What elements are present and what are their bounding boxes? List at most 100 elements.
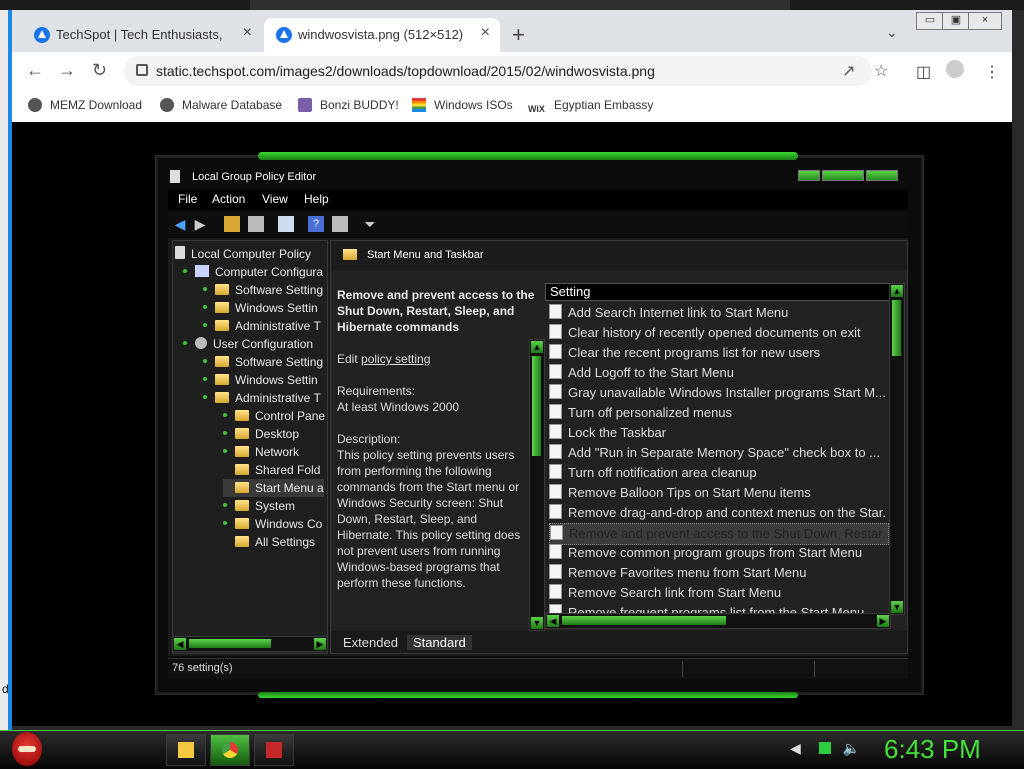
gp-maximize-button[interactable] (822, 170, 864, 181)
taskbar-clock[interactable]: 6:43 PM (884, 734, 981, 765)
taskbar-app-button[interactable] (254, 734, 294, 766)
setting-row[interactable]: Clear history of recently opened documen… (549, 323, 887, 343)
url-text[interactable]: static.techspot.com/images2/downloads/to… (156, 63, 655, 79)
show-hide-tree-icon[interactable] (248, 216, 264, 232)
network-icon[interactable] (818, 742, 831, 754)
setting-row[interactable]: Remove Favorites menu from Start Menu (549, 563, 887, 583)
scroll-left-icon[interactable]: ◀ (547, 615, 559, 627)
setting-row[interactable]: Remove drag-and-drop and context menus o… (549, 503, 887, 523)
expand-bullet-icon[interactable] (223, 503, 227, 507)
expand-bullet-icon[interactable] (203, 395, 207, 399)
folder-up-icon[interactable] (224, 216, 240, 232)
scroll-down-icon[interactable]: ▼ (531, 617, 543, 629)
tab-techspot[interactable]: TechSpot | Tech Enthusiasts, Pow × (22, 18, 262, 52)
setting-row[interactable]: Lock the Taskbar (549, 423, 887, 443)
tree-node[interactable]: Network (223, 443, 299, 461)
close-window-button[interactable]: × (968, 12, 1002, 30)
tree-node[interactable]: Local Computer Policy (175, 245, 311, 263)
minimize-button[interactable]: ▭ (916, 12, 944, 30)
expand-bullet-icon[interactable] (203, 359, 207, 363)
expand-bullet-icon[interactable] (203, 323, 207, 327)
gp-close-button[interactable] (866, 170, 898, 181)
tab-close-icon[interactable]: × (243, 24, 252, 42)
settings-vertical-scrollbar[interactable]: ▲ ▼ (889, 283, 905, 615)
tab-search-button[interactable]: ⌄ (886, 24, 898, 41)
restore-button[interactable]: ▣ (942, 12, 970, 30)
gp-minimize-button[interactable] (798, 170, 820, 181)
tree-node[interactable]: System (223, 497, 295, 515)
tree-node[interactable]: All Settings (223, 533, 315, 551)
tree-node[interactable]: Administrative T (203, 389, 321, 407)
bookmark-malware-database[interactable]: Malware Database (160, 98, 282, 112)
scroll-up-icon[interactable]: ▲ (531, 341, 543, 353)
expand-bullet-icon[interactable] (203, 377, 207, 381)
scroll-down-icon[interactable]: ▼ (891, 601, 903, 613)
tree-node[interactable]: Shared Fold (223, 461, 320, 479)
menu-action[interactable]: Action (212, 192, 245, 206)
menu-view[interactable]: View (262, 192, 288, 206)
tree-node[interactable]: Desktop (223, 425, 299, 443)
menu-file[interactable]: File (178, 192, 197, 206)
more-menu-icon[interactable]: ⋮ (984, 62, 1000, 82)
tray-chevron-icon[interactable]: ◀ (790, 740, 801, 756)
taskbar-chrome-button[interactable] (210, 734, 250, 766)
export-list-icon[interactable] (278, 216, 294, 232)
tree-node[interactable]: Software Setting (203, 353, 323, 371)
setting-row[interactable]: Turn off notification area cleanup (549, 463, 887, 483)
expand-bullet-icon[interactable] (183, 269, 187, 273)
forward-arrow-icon[interactable]: → (58, 60, 76, 81)
expand-bullet-icon[interactable] (203, 287, 207, 291)
tab-windwosvista[interactable]: windwosvista.png (512×512) × (264, 18, 500, 52)
tree-node[interactable]: Control Pane (223, 407, 325, 425)
forward-arrow-icon[interactable]: ▶ (192, 216, 208, 232)
setting-row[interactable]: Remove and prevent access to the Shut Do… (549, 523, 889, 545)
expand-bullet-icon[interactable] (183, 341, 187, 345)
tree-node[interactable]: Start Menu a (223, 479, 324, 497)
tree-node[interactable]: Windows Settin (203, 371, 318, 389)
bookmark-bonzi-buddy[interactable]: Bonzi BUDDY! (298, 98, 399, 112)
reload-icon[interactable]: ↻ (92, 60, 107, 81)
bookmark-windows-isos[interactable]: Windows ISOs (412, 98, 513, 112)
share-icon[interactable]: ↗ (842, 61, 855, 81)
expand-bullet-icon[interactable] (203, 305, 207, 309)
setting-row[interactable]: Remove common program groups from Start … (549, 543, 887, 563)
bookmark-star-icon[interactable]: ☆ (874, 61, 888, 81)
back-arrow-icon[interactable]: ◀ (172, 216, 188, 232)
expand-bullet-icon[interactable] (223, 521, 227, 525)
setting-row[interactable]: Remove Balloon Tips on Start Menu items (549, 483, 887, 503)
filter-icon[interactable]: ⏷ (362, 216, 378, 232)
start-button-angry-bird-icon[interactable] (12, 732, 42, 766)
volume-icon[interactable]: 🔈 (843, 740, 860, 756)
setting-row[interactable]: Clear the recent programs list for new u… (549, 343, 887, 363)
bookmark-memz[interactable]: MEMZ Download (28, 98, 142, 112)
description-scrollbar[interactable]: ▲ ▼ (529, 339, 545, 631)
help-icon[interactable]: ? (308, 216, 324, 232)
tree-node[interactable]: Software Setting (203, 281, 323, 299)
tree-node[interactable]: Computer Configura (183, 263, 323, 281)
tab-standard[interactable]: Standard (407, 635, 472, 650)
profile-avatar-icon[interactable] (946, 60, 964, 78)
settings-horizontal-scrollbar[interactable]: ◀ ▶ (545, 613, 891, 629)
setting-row[interactable]: Gray unavailable Windows Installer progr… (549, 383, 887, 403)
back-arrow-icon[interactable]: ← (26, 60, 44, 81)
tree-node[interactable]: User Configuration (183, 335, 313, 353)
tree-node[interactable]: Windows Co (223, 515, 322, 533)
address-bar[interactable]: static.techspot.com/images2/downloads/to… (124, 56, 888, 86)
setting-row[interactable]: Remove Search link from Start Menu (549, 583, 887, 603)
setting-row[interactable]: Add Search Internet link to Start Menu (549, 303, 887, 323)
bookmark-egyptian-embassy[interactable]: WiX Egyptian Embassy (528, 98, 653, 118)
tab-extended[interactable]: Extended (337, 635, 404, 650)
setting-row[interactable]: Add Logoff to the Start Menu (549, 363, 887, 383)
scroll-right-icon[interactable]: ▶ (877, 615, 889, 627)
setting-row[interactable]: Turn off personalized menus (549, 403, 887, 423)
new-tab-button[interactable]: + (512, 22, 525, 48)
settings-column-header[interactable]: Setting (545, 283, 896, 301)
tree-node[interactable]: Windows Settin (203, 299, 318, 317)
expand-bullet-icon[interactable] (223, 431, 227, 435)
expand-bullet-icon[interactable] (223, 449, 227, 453)
tab-close-icon[interactable]: × (481, 24, 490, 42)
edit-policy-link[interactable]: policy setting (361, 352, 430, 366)
setting-row[interactable]: Add "Run in Separate Memory Space" check… (549, 443, 887, 463)
expand-bullet-icon[interactable] (223, 413, 227, 417)
scroll-up-icon[interactable]: ▲ (891, 285, 903, 297)
